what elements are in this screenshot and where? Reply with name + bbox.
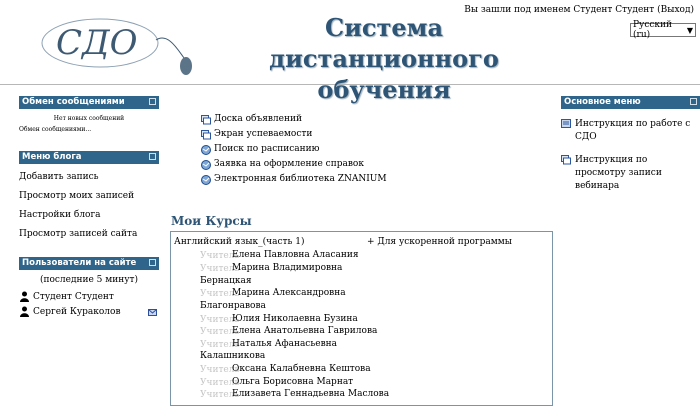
online-user-name[interactable]: Студент Студент [33, 292, 114, 302]
certificate-request-link[interactable]: Заявка на оформление справок [214, 157, 364, 172]
blog-my-entries-link[interactable]: Просмотр моих записей [19, 187, 159, 206]
teacher-link[interactable]: Елена Павловна Аласания [232, 250, 359, 260]
mouse-icon [180, 57, 192, 75]
user-profile-link[interactable]: Студент Студент [573, 5, 654, 15]
certificate-request-link-row[interactable]: Заявка на оформление справок [201, 157, 387, 172]
page-header: СДО Система дистанционного обучения Вы з… [0, 0, 700, 104]
messages-block-title: Обмен сообщениями [22, 97, 125, 107]
main-menu-title: Основное меню [564, 97, 641, 107]
instruction-webinar-link[interactable]: Инструкция по просмотру записи вебинара [575, 154, 700, 193]
teacher-link[interactable]: Оксана Калабневна Кештова [232, 364, 371, 374]
block-toggle-icon[interactable] [149, 259, 156, 266]
chevron-down-icon: ▼ [686, 25, 693, 35]
block-toggle-icon[interactable] [149, 153, 156, 160]
library-link[interactable]: Электронная библиотека ZNANIUM [214, 172, 387, 187]
teacher-link[interactable]: Наталья Афанасьевна [232, 339, 337, 349]
main-menu-block: Основное меню Инструкция по работе с СДО… [561, 96, 700, 193]
online-users-block: Пользователи на сайте (последние 5 минут… [19, 257, 159, 317]
announcements-link-row[interactable]: Доска объявлений [201, 112, 387, 127]
blog-menu-title: Меню блога [22, 152, 82, 162]
announcements-link[interactable]: Доска объявлений [214, 112, 302, 127]
user-icon [20, 291, 29, 302]
teacher-link[interactable]: Марина Александровна [232, 288, 346, 298]
main-menu-header: Основное меню [561, 96, 700, 109]
forum-icon [561, 155, 571, 165]
teacher-link-continued[interactable]: Калашникова [200, 351, 265, 361]
forum-icon [201, 114, 211, 124]
login-info: Вы зашли под именем Студент Студент (Вых… [464, 5, 694, 15]
blog-menu-list: Добавить запись Просмотр моих записей На… [19, 168, 159, 244]
web-link-icon [201, 174, 211, 185]
messages-link[interactable]: Обмен сообщениями... [19, 126, 159, 133]
logo-text: СДО [56, 23, 138, 63]
my-courses-box: Английский язык_(часть 1) + Для ускоренн… [170, 231, 553, 406]
blog-site-entries-link[interactable]: Просмотр записей сайта [19, 225, 159, 244]
course-note: + Для ускоренной программы [367, 237, 512, 247]
language-select[interactable]: Русский (ru) ▼ [630, 20, 696, 40]
center-links: Доска объявлений Экран успеваемости Поис… [201, 112, 387, 187]
site-title-line1: Система [324, 13, 444, 42]
block-toggle-icon[interactable] [149, 98, 156, 105]
blog-settings-link[interactable]: Настройки блога [19, 206, 159, 225]
online-user-name[interactable]: Сергей Кураколов [33, 307, 121, 317]
teacher-link[interactable]: Елизавета Геннадьевна Маслова [232, 389, 389, 399]
messages-block-header: Обмен сообщениями [19, 96, 159, 109]
teacher-link[interactable]: Елена Анатольевна Гаврилова [232, 326, 377, 336]
no-new-messages: Нет новых сообщений [53, 115, 125, 122]
instruction-sdo-link[interactable]: Инструкция по работе с СДО [575, 118, 700, 144]
teacher-link[interactable]: Марина Владимировна [232, 263, 342, 273]
course-link[interactable]: Английский язык_(часть 1) [174, 237, 305, 247]
teacher-link[interactable]: Ольга Борисовна Марнат [232, 377, 353, 387]
web-link-icon [201, 144, 211, 155]
teacher-link-continued[interactable]: Бернацкая [200, 276, 252, 286]
main-menu-item[interactable]: Инструкция по работе с СДО [561, 118, 700, 144]
user-icon [20, 306, 29, 317]
online-user-row: Сергей Кураколов [19, 306, 159, 317]
schedule-search-link[interactable]: Поиск по расписанию [214, 142, 319, 157]
online-users-period: (последние 5 минут) [39, 275, 139, 285]
language-value: Русский (ru) [633, 20, 673, 40]
blog-add-entry-link[interactable]: Добавить запись [19, 168, 159, 187]
logout-link[interactable]: (Выход) [657, 5, 694, 15]
library-link-row[interactable]: Электронная библиотека ZNANIUM [201, 172, 387, 187]
site-title: Система дистанционного обучения [200, 12, 568, 105]
blog-menu-block: Меню блога Добавить запись Просмотр моих… [19, 151, 159, 244]
schedule-search-link-row[interactable]: Поиск по расписанию [201, 142, 387, 157]
web-link-icon [201, 159, 211, 170]
teacher-link-continued[interactable]: Благонравова [200, 301, 266, 311]
online-users-title: Пользователи на сайте [22, 258, 137, 268]
message-envelope-icon[interactable] [148, 309, 157, 316]
block-toggle-icon[interactable] [690, 98, 697, 105]
teacher-link[interactable]: Юлия Николаевна Бузина [232, 314, 358, 324]
online-user-row: Студент Студент [19, 291, 159, 302]
grades-link-row[interactable]: Экран успеваемости [201, 127, 387, 142]
site-title-line2: дистанционного обучения [269, 44, 499, 104]
my-courses-title: Мои Курсы [171, 214, 252, 228]
blog-menu-header: Меню блога [19, 151, 159, 164]
login-prefix: Вы зашли под именем [464, 5, 571, 15]
site-logo[interactable]: СДО [38, 10, 198, 76]
forum-icon [201, 129, 211, 139]
main-menu-item[interactable]: Инструкция по просмотру записи вебинара [561, 154, 700, 193]
grades-link[interactable]: Экран успеваемости [214, 127, 312, 142]
online-users-header: Пользователи на сайте [19, 257, 159, 270]
document-icon [561, 119, 571, 128]
messages-block: Обмен сообщениями Нет новых сообщений Об… [19, 96, 159, 133]
